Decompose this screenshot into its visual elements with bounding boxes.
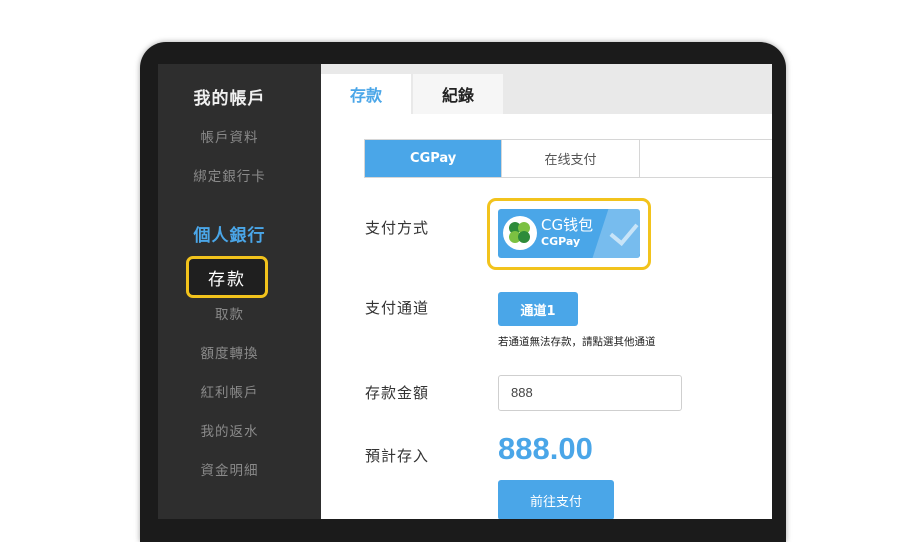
sidebar-item-withdraw[interactable]: 取款 — [158, 303, 301, 323]
deposit-amount-label: 存款金額 — [365, 384, 430, 402]
tab-deposit[interactable]: 存款 — [321, 74, 411, 114]
payment-channel-label: 支付通道 — [365, 299, 430, 317]
subtab-more[interactable] — [640, 140, 772, 177]
main-panel: 存款 紀錄 CGPay 在线支付 支付方式 CG钱包 CGPay 支付通道 通道… — [321, 64, 772, 519]
payment-method-card-cgpay[interactable]: CG钱包 CGPay — [498, 209, 640, 258]
deposit-amount-input[interactable]: 888 — [498, 375, 682, 411]
sidebar-item-bind-bank-card[interactable]: 綁定銀行卡 — [158, 165, 301, 185]
subtab-online-payment[interactable]: 在线支付 — [502, 140, 640, 177]
go-to-payment-button[interactable]: 前往支付 — [498, 480, 614, 519]
subtab-cgpay[interactable]: CGPay — [365, 140, 503, 177]
cgpay-clover-logo — [503, 216, 537, 250]
channel-1-button[interactable]: 通道1 — [498, 292, 578, 326]
channel-note: 若通道無法存款，請點選其他通道 — [498, 336, 656, 348]
expected-deposit-label: 預計存入 — [365, 447, 430, 465]
payment-method-label: 支付方式 — [365, 219, 430, 237]
sidebar-item-bonus-account[interactable]: 紅利帳戶 — [158, 381, 301, 401]
payment-method-subname: CGPay — [541, 235, 581, 248]
sidebar-item-transfer[interactable]: 額度轉換 — [158, 342, 301, 362]
payment-method-name: CG钱包 — [541, 216, 594, 234]
tab-bar: 存款 紀錄 — [321, 64, 772, 114]
expected-deposit-value: 888.00 — [498, 431, 593, 466]
payment-type-tabs: CGPay 在线支付 — [364, 139, 772, 178]
sidebar-item-rebate[interactable]: 我的返水 — [158, 420, 301, 440]
sidebar-item-account-info[interactable]: 帳戶資料 — [158, 126, 301, 146]
sidebar-heading-bank: 個人銀行 — [193, 226, 266, 246]
app-screen: 我的帳戶 帳戶資料 綁定銀行卡 個人銀行 存款 取款 額度轉換 紅利帳戶 我的返… — [158, 64, 772, 519]
payment-method-highlight: CG钱包 CGPay — [487, 198, 651, 270]
sidebar: 我的帳戶 帳戶資料 綁定銀行卡 個人銀行 存款 取款 額度轉換 紅利帳戶 我的返… — [158, 64, 321, 519]
sidebar-heading-account: 我的帳戶 — [193, 89, 266, 109]
sidebar-item-fund-details[interactable]: 資金明細 — [158, 459, 301, 479]
sidebar-item-deposit[interactable]: 存款 — [186, 256, 268, 298]
tab-records[interactable]: 紀錄 — [413, 74, 503, 114]
